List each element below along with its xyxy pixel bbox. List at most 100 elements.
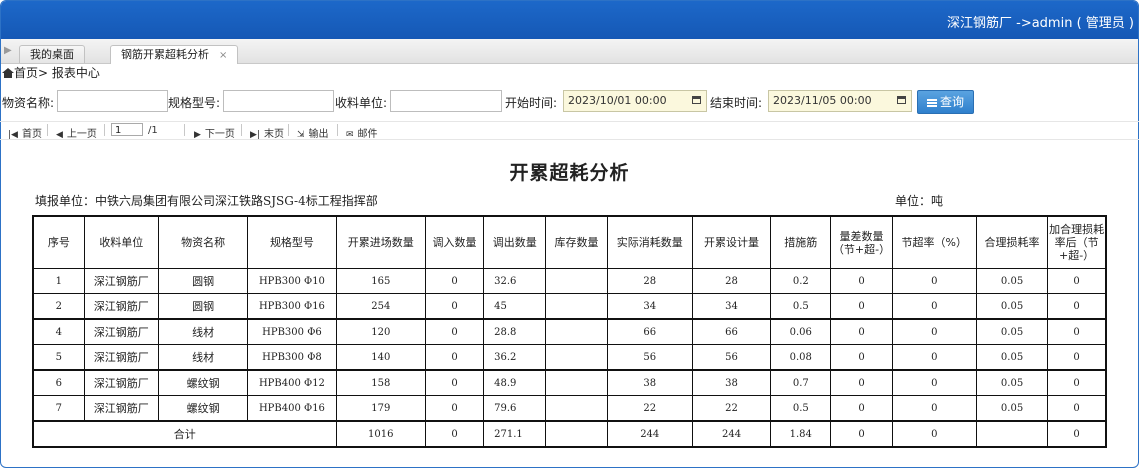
table-cell: HPB300 Φ16 xyxy=(247,293,337,320)
table-cell: 48.9 xyxy=(483,369,547,396)
tab-scroll-left-icon[interactable]: ▶ xyxy=(4,45,12,56)
start-time-input[interactable]: 2023/10/01 00:00 xyxy=(563,90,707,112)
table-cell: 45 xyxy=(483,293,547,320)
last-page-button[interactable]: ▶| 末页 xyxy=(250,125,284,140)
toolbar-divider xyxy=(184,124,185,136)
spec-input[interactable] xyxy=(223,90,334,112)
table-cell: 深江钢筋厂 xyxy=(83,318,159,345)
table-cell: 0 xyxy=(1047,268,1107,294)
table-cell: 0 xyxy=(891,344,977,371)
table-cell: 0 xyxy=(830,293,893,320)
end-time-label: 结束时间: xyxy=(710,96,763,110)
table-row: 1 深江钢筋厂 圆钢 HPB300 Φ10 165 0 32.6 28 28 0.2 0 0 0.05 0 xyxy=(32,268,1107,294)
table-cell: 深江钢筋厂 xyxy=(83,293,159,320)
report-filling-unit: 填报单位：中铁六局集团有限公司深江铁路SJSG-4标工程指挥部 xyxy=(35,194,378,208)
first-page-label: 首页 xyxy=(21,129,42,140)
toolbar-divider xyxy=(104,124,105,136)
table-cell xyxy=(545,318,608,345)
tab-my-desktop[interactable]: 我的桌面 xyxy=(19,45,85,63)
table-cell: 0 xyxy=(424,293,485,320)
table-cell: 56 xyxy=(606,344,693,371)
tab-label: 我的桌面 xyxy=(30,48,74,61)
mail-label: 邮件 xyxy=(357,129,378,140)
tab-bar: ▶ 我的桌面 钢筋开累超耗分析 × xyxy=(1,39,1138,64)
page-number-input[interactable]: 1 xyxy=(111,123,143,136)
table-cell: 1 xyxy=(32,268,85,294)
table-cell: 140 xyxy=(335,344,426,371)
table-cell: 79.6 xyxy=(483,395,547,422)
total-cell xyxy=(975,420,1049,448)
material-name-label: 物资名称: xyxy=(2,96,55,110)
table-cell: 28.8 xyxy=(483,318,547,345)
table-cell: 165 xyxy=(335,268,426,294)
receiver-label: 收料单位: xyxy=(335,96,388,110)
table-cell xyxy=(545,395,608,422)
top-header: 深江钢筋厂 ->admin ( 管理员 ) xyxy=(1,1,1138,39)
report-title: 开累超耗分析 xyxy=(509,162,630,184)
table-cell: 179 xyxy=(335,395,426,422)
start-time-value: 2023/10/01 00:00 xyxy=(568,94,667,107)
table-row: 5 深江钢筋厂 线材 HPB300 Φ8 140 0 36.2 56 56 0.08 0 0 0.05 0 xyxy=(32,344,1107,371)
table-cell: 254 xyxy=(335,293,426,320)
col-header: 开累设计量 xyxy=(691,215,772,269)
col-header: 调出数量 xyxy=(483,215,547,269)
table-cell: 0 xyxy=(830,344,893,371)
close-icon[interactable]: × xyxy=(219,50,227,61)
total-cell: 244 xyxy=(691,420,772,448)
table-cell: 0 xyxy=(424,395,485,422)
end-time-input[interactable]: 2023/11/05 00:00 xyxy=(768,90,912,112)
table-cell xyxy=(545,268,608,294)
total-cell: 1016 xyxy=(335,420,426,448)
table-cell: 深江钢筋厂 xyxy=(83,395,159,422)
total-cell: 0 xyxy=(424,420,485,448)
calendar-icon[interactable] xyxy=(897,96,906,104)
table-cell: 2 xyxy=(32,293,85,320)
table-cell: 6 xyxy=(32,369,85,396)
total-cell: 0 xyxy=(891,420,977,448)
tab-rebar-analysis[interactable]: 钢筋开累超耗分析 × xyxy=(110,45,239,64)
table-cell xyxy=(545,344,608,371)
prev-page-button[interactable]: ◀ 上一页 xyxy=(56,125,97,140)
col-header: 措施筋 xyxy=(770,215,832,269)
total-label: 合计 xyxy=(32,420,337,448)
table-cell: 66 xyxy=(691,318,772,345)
table-cell: 0 xyxy=(1047,395,1107,422)
table-cell: 0 xyxy=(891,318,977,345)
mail-button[interactable]: ✉ 邮件 xyxy=(346,125,378,140)
table-cell: 0 xyxy=(891,268,977,294)
toolbar-divider xyxy=(337,124,338,136)
table-cell: HPB300 Φ6 xyxy=(247,318,337,345)
breadcrumb-text[interactable]: 首页> 报表中心 xyxy=(14,66,100,80)
user-info[interactable]: 深江钢筋厂 ->admin ( 管理员 ) xyxy=(947,12,1134,31)
home-icon[interactable] xyxy=(2,68,14,78)
table-cell: 0.05 xyxy=(975,395,1049,422)
table-cell: 0.05 xyxy=(975,268,1049,294)
first-page-button[interactable]: |◀ 首页 xyxy=(8,125,42,140)
prev-page-icon: ◀ xyxy=(56,130,63,140)
table-row: 7 深江钢筋厂 螺纹钢 HPB400 Φ16 179 0 79.6 22 22 0.5 0 0 0.05… xyxy=(32,395,1107,422)
table-cell: 0 xyxy=(424,318,485,345)
table-cell: 0 xyxy=(1047,344,1107,371)
table-cell: 线材 xyxy=(157,318,249,345)
query-button[interactable]: 查询 xyxy=(917,90,974,114)
table-cell: 5 xyxy=(32,344,85,371)
export-button[interactable]: ⇲ 输出 xyxy=(297,125,329,140)
col-header: 调入数量 xyxy=(424,215,485,269)
table-cell: 0 xyxy=(424,268,485,294)
report-toolbar: |◀ 首页 ◀ 上一页 1 /1 ▶ 下一页 ▶| 末页 ⇲ 输出 ✉ 邮件 xyxy=(0,121,1139,140)
table-cell: 0.7 xyxy=(770,369,832,396)
next-page-button[interactable]: ▶ 下一页 xyxy=(194,125,235,140)
table-total-row: 合计 1016 0 271.1 244 244 1.84 0 0 0 xyxy=(32,420,1107,448)
table-cell: HPB300 Φ10 xyxy=(247,268,337,294)
table-cell: 66 xyxy=(606,318,693,345)
table-cell: 线材 xyxy=(157,344,249,371)
table-cell: 36.2 xyxy=(483,344,547,371)
calendar-icon[interactable] xyxy=(692,96,701,104)
table-cell: 0 xyxy=(891,395,977,422)
table-row: 2 深江钢筋厂 圆钢 HPB300 Φ16 254 0 45 34 34 0.5 0 0 0.05 0 xyxy=(32,293,1107,320)
table-cell xyxy=(545,293,608,320)
col-header: 序号 xyxy=(32,215,85,269)
receiver-input[interactable] xyxy=(390,90,502,112)
table-cell: 34 xyxy=(606,293,693,320)
material-name-input[interactable] xyxy=(57,90,168,112)
